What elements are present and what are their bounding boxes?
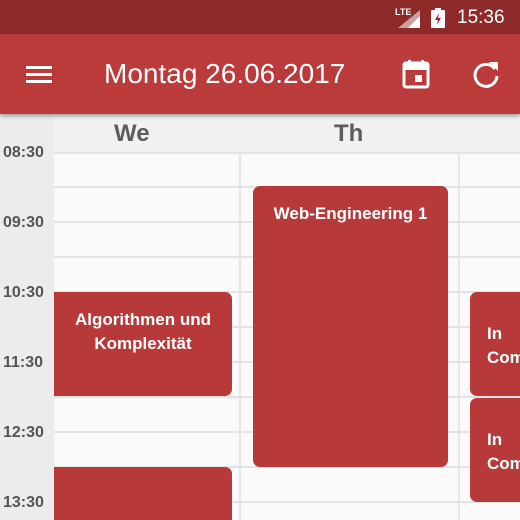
event-we-afternoon[interactable] — [54, 467, 232, 520]
app-toolbar: Montag 26.06.2017 — [0, 34, 520, 114]
day-header-row: We Th — [54, 114, 520, 152]
week-timeline[interactable]: 08:30 09:30 10:30 11:30 12:30 13:30 We T… — [0, 114, 520, 520]
event-web-engineering[interactable]: Web-Engineering 1 — [253, 186, 448, 467]
toolbar-title: Montag 26.06.2017 — [104, 58, 346, 89]
status-bar: LTE 15:36 — [0, 0, 520, 34]
time-label: 09:30 — [3, 214, 44, 231]
day-header-we: We — [114, 120, 150, 147]
signal-icon — [398, 10, 420, 28]
event-title: In Com — [487, 430, 520, 473]
day-header-th: Th — [334, 120, 364, 147]
time-label: 13:30 — [3, 494, 44, 511]
menu-icon[interactable] — [24, 60, 56, 88]
clock: 15:36 — [457, 7, 505, 28]
event-fr-2[interactable]: In Com — [470, 398, 520, 502]
event-fr-1[interactable]: In Com — [470, 292, 520, 396]
grid-line — [54, 152, 520, 154]
day-divider — [458, 152, 460, 520]
time-label: 12:30 — [3, 424, 44, 441]
event-algorithmen[interactable]: Algorithmen und Komplexität — [54, 292, 232, 396]
event-title: Web-Engineering 1 — [273, 204, 428, 223]
time-label: 11:30 — [3, 354, 44, 371]
time-column: 08:30 09:30 10:30 11:30 12:30 13:30 — [0, 114, 54, 520]
battery-charging-icon — [431, 8, 445, 28]
calendar-icon[interactable] — [400, 58, 432, 90]
time-label: 10:30 — [3, 284, 44, 301]
refresh-icon[interactable] — [470, 58, 502, 90]
event-title: In Com — [487, 324, 520, 367]
event-title: Algorithmen und Komplexität — [75, 310, 211, 353]
day-divider — [239, 152, 241, 520]
time-label: 08:30 — [3, 144, 44, 161]
